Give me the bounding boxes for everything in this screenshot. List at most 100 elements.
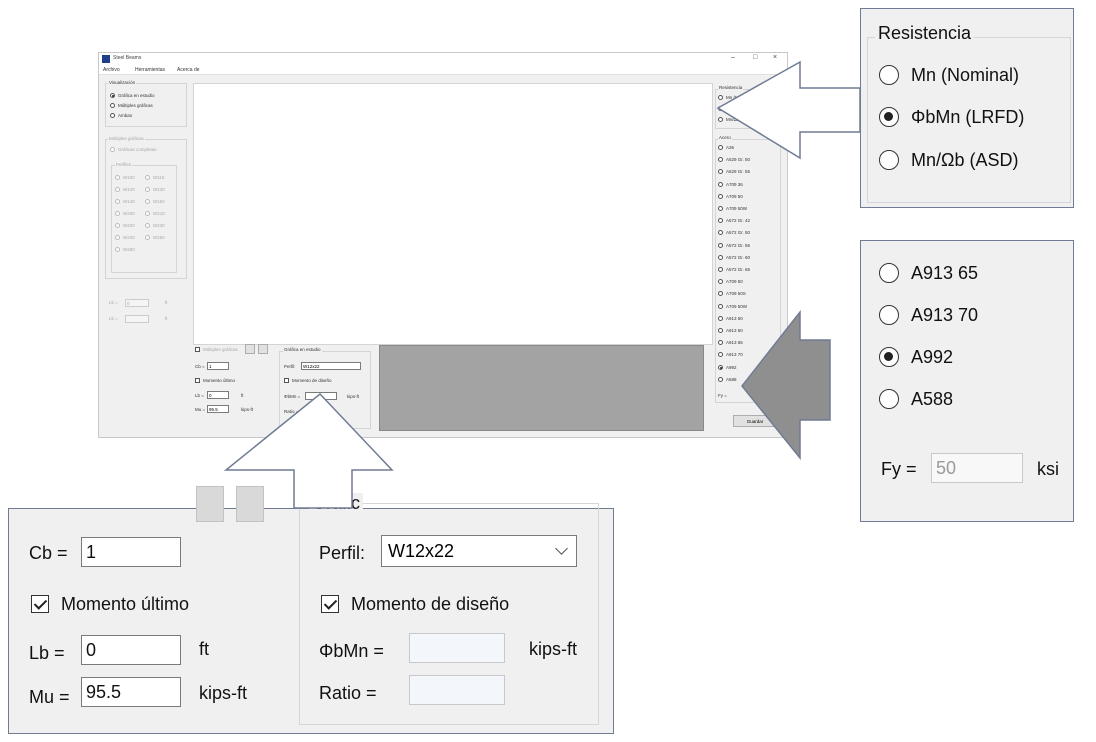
- zoom-lb-input[interactable]: 0: [81, 635, 181, 665]
- perfil-option-label: W260: [123, 247, 135, 252]
- small-button-2[interactable]: [258, 344, 268, 354]
- acero-option-label: A709 50W: [726, 303, 748, 309]
- acero-option-radio[interactable]: [718, 193, 723, 199]
- menu-archivo[interactable]: Archivo: [103, 67, 120, 73]
- perfil-option-radio[interactable]: [145, 199, 150, 204]
- acero-option-label: A529 Gr. 55: [726, 169, 751, 175]
- small-radio-mn[interactable]: [718, 95, 723, 100]
- fy-small-label: Fy =: [718, 393, 727, 398]
- gray-panel: [379, 345, 704, 431]
- perfil-option-radio[interactable]: [115, 223, 120, 228]
- left-lb-input[interactable]: 0: [125, 299, 149, 307]
- acero-option-radio[interactable]: [718, 181, 723, 187]
- zoom-radio-a913-70[interactable]: [879, 305, 899, 325]
- zoom-radio-mn[interactable]: [879, 65, 899, 85]
- left-lb2-unit: ft: [165, 316, 168, 321]
- acero-option-radio[interactable]: [718, 254, 723, 260]
- perfil-option-radio[interactable]: [145, 175, 150, 180]
- cb-input[interactable]: 1: [207, 362, 229, 370]
- perfil-option-radio[interactable]: [145, 211, 150, 216]
- multiples-check[interactable]: [195, 347, 200, 352]
- acero-option-label: A709 50: [726, 193, 743, 199]
- maximize-button[interactable]: □: [753, 54, 757, 61]
- zoom-radio-asd[interactable]: [879, 150, 899, 170]
- zoom-radio-a588[interactable]: [879, 389, 899, 409]
- perfil-option-radio[interactable]: [115, 211, 120, 216]
- perfil-option-radio[interactable]: [145, 187, 150, 192]
- zoom-radio-a913-65-label: A913 65: [911, 263, 979, 283]
- zoom-grafica-legend: Gráfic: [309, 493, 364, 514]
- zoom-mu-unit: kips-ft: [199, 683, 248, 703]
- perfil-option-label: W200: [123, 211, 135, 216]
- acero-option-label: A529 Gr. 50: [726, 157, 751, 163]
- zoom-radio-a992[interactable]: [879, 347, 899, 367]
- perfil-select[interactable]: W12x22: [301, 362, 361, 370]
- zoom-phibmn-unit: kips-ft: [529, 639, 578, 659]
- momento-ultimo-label: Momento último: [203, 378, 236, 383]
- menu-herramientas[interactable]: Herramientas: [135, 67, 165, 73]
- zoom-radio-phibmn-label: ΦbMn (LRFD): [911, 107, 1025, 127]
- perfil-option-radio[interactable]: [145, 235, 150, 240]
- radio-grafica-estudio[interactable]: [110, 93, 115, 98]
- guardar-button[interactable]: Guardar: [733, 415, 777, 427]
- small-radio-asd[interactable]: [718, 117, 723, 122]
- zoom-resistencia-panel: Resistencia Mn (Nominal) ΦbMn (LRFD) Mn/…: [860, 8, 1074, 208]
- acero-option-radio[interactable]: [718, 267, 723, 272]
- minimize-button[interactable]: –: [731, 54, 735, 61]
- perfil-option-radio[interactable]: [115, 235, 120, 240]
- lb-input[interactable]: 0: [207, 391, 229, 399]
- zoom-momento-ultimo-check[interactable]: [31, 595, 49, 613]
- multiples-legend: Múltiples gráficas: [108, 136, 145, 141]
- zoom-resistencia-legend: Resistencia: [875, 23, 975, 44]
- perfil-option-radio[interactable]: [115, 247, 120, 252]
- zoom-radio-a913-65[interactable]: [879, 263, 899, 283]
- chevron-down-icon: [555, 542, 568, 555]
- acero-option-radio[interactable]: [718, 303, 723, 309]
- radio-graficas-completas[interactable]: [110, 147, 115, 152]
- menu-acerca-de[interactable]: Acerca de: [177, 67, 200, 73]
- zoom-radio-phibmn[interactable]: [879, 107, 899, 127]
- radio-multiples-graficas-label: Múltiples gráficas: [118, 103, 153, 108]
- acero-option-radio[interactable]: [718, 206, 723, 211]
- mu-label: Mu =: [195, 407, 206, 412]
- small-button-1[interactable]: [245, 344, 255, 354]
- zoom-acero-panel: A913 65 A913 70 A992 A588 Fy = 50 ksi: [860, 240, 1074, 522]
- acero-option-radio[interactable]: [718, 242, 723, 248]
- acero-option-label: A572 Gr. 55: [726, 242, 751, 248]
- perfil-option-radio[interactable]: [115, 175, 120, 180]
- phibmn-output: [305, 392, 337, 400]
- zoom-ratio-output: [409, 675, 505, 705]
- momento-ultimo-check[interactable]: [195, 378, 200, 383]
- acero-option-label: A913 70: [726, 352, 743, 358]
- radio-ambas[interactable]: [110, 113, 115, 118]
- close-button[interactable]: ×: [773, 54, 777, 61]
- perfil-option-radio[interactable]: [115, 199, 120, 204]
- left-lb2-input[interactable]: [125, 315, 149, 323]
- acero-option-radio[interactable]: [718, 376, 723, 382]
- perfil-option-label: W110: [153, 175, 165, 180]
- zoom-mu-label: Mu =: [29, 687, 70, 707]
- zoom-phibmn-output: [409, 633, 505, 663]
- acero-option-radio[interactable]: [718, 145, 723, 150]
- multiples-check-label: Múltiples gráficas: [203, 347, 238, 352]
- zoom-cb-input[interactable]: 1: [81, 537, 181, 567]
- zoom-mu-input[interactable]: 95.5: [81, 677, 181, 707]
- mu-input[interactable]: 95.5: [207, 405, 229, 413]
- phibmn-unit: kips-ft: [347, 394, 360, 399]
- acero-option-radio[interactable]: [718, 315, 723, 321]
- zoom-perfil-select[interactable]: W12x22: [381, 535, 577, 567]
- perfil-label: Perfil:: [284, 364, 296, 369]
- phibmn-label: ΦbMn =: [284, 394, 301, 399]
- radio-multiples-graficas[interactable]: [110, 103, 115, 108]
- acero-small-legend: Acero: [718, 135, 732, 140]
- acero-option-radio[interactable]: [718, 364, 723, 370]
- perfil-option-radio[interactable]: [115, 187, 120, 192]
- zoom-momento-diseno-check[interactable]: [321, 595, 339, 613]
- zoom-radio-a913-70-label: A913 70: [911, 305, 979, 325]
- zoom-fragment-button-1: [196, 486, 224, 522]
- zoom-fy-input[interactable]: 50: [931, 453, 1023, 483]
- acero-option-radio[interactable]: [718, 328, 723, 333]
- small-radio-phibmn[interactable]: [718, 106, 723, 111]
- perfil-option-radio[interactable]: [145, 223, 150, 228]
- momento-diseno-check[interactable]: [284, 378, 289, 383]
